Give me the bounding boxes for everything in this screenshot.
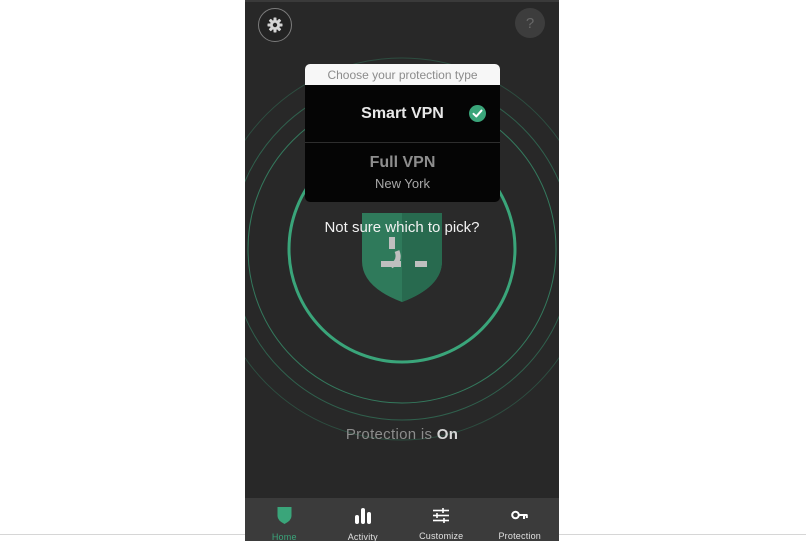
settings-button[interactable]	[258, 8, 292, 42]
option-smart-vpn[interactable]: Smart VPN	[305, 85, 500, 143]
option-location: New York	[375, 176, 430, 191]
app-screen: ? Choose your protection type Smart VPN …	[245, 0, 559, 541]
tab-label: Activity	[347, 532, 378, 541]
status-state: On	[436, 426, 459, 443]
tab-label: Protection	[498, 531, 542, 541]
status-prefix: Protection is	[345, 426, 433, 443]
gear-icon	[267, 17, 283, 33]
help-icon: ?	[525, 14, 535, 32]
tab-customize[interactable]: Customize	[402, 498, 481, 541]
tab-protection[interactable]: Protection	[481, 498, 560, 541]
option-title: Full VPN	[369, 154, 436, 171]
tab-label: Home	[271, 532, 297, 541]
protection-type-dropdown: Choose your protection type Smart VPN Fu…	[305, 64, 500, 202]
bar-chart-icon	[354, 507, 372, 524]
dropdown-title: Choose your protection type	[305, 64, 500, 85]
check-circle-icon	[469, 105, 486, 122]
shield-icon	[277, 507, 292, 524]
option-full-vpn[interactable]: Full VPN New York	[305, 143, 500, 201]
help-button[interactable]: ?	[515, 8, 545, 38]
tab-bar: Home Activity Customize Protection	[245, 498, 559, 541]
protection-status: Protection is On	[245, 426, 559, 443]
tab-home[interactable]: Home	[245, 498, 324, 541]
tab-activity[interactable]: Activity	[324, 498, 403, 541]
not-sure-link[interactable]: Not sure which to pick?	[245, 219, 559, 236]
tab-label: Customize	[419, 531, 464, 541]
sliders-icon	[433, 507, 450, 523]
key-icon	[511, 507, 529, 523]
